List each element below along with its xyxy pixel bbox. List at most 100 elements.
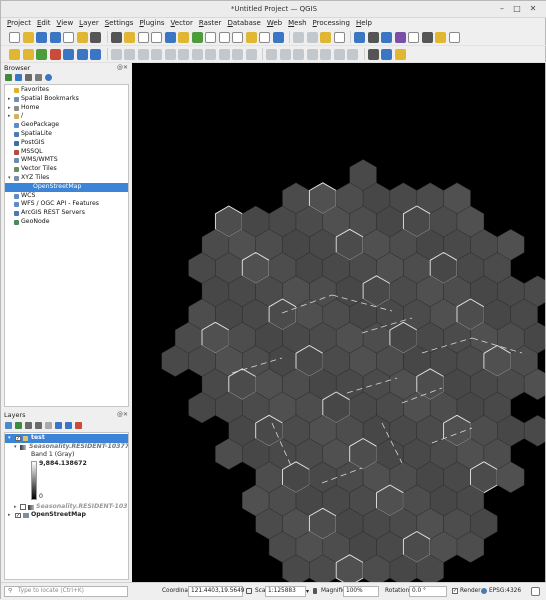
- annotation-icon[interactable]: [435, 31, 446, 43]
- toggle-editing-icon[interactable]: [124, 48, 135, 60]
- zoom-selection-icon[interactable]: [178, 31, 189, 43]
- expand-arrow-icon[interactable]: ▸: [8, 104, 11, 113]
- browser-panel-controls[interactable]: @✕: [117, 64, 128, 71]
- layer-row-3[interactable]: ▸ OpenStreetMap: [5, 511, 128, 520]
- select-icon[interactable]: [306, 31, 318, 43]
- layer-row-2[interactable]: ▸ Seasonality.RESIDENT-10373693: [5, 503, 128, 512]
- redo-icon[interactable]: [245, 48, 257, 60]
- digitize-icon[interactable]: [151, 48, 162, 60]
- crs-icon[interactable]: [481, 588, 487, 594]
- remove-layer-icon[interactable]: [75, 421, 82, 429]
- open-project-icon[interactable]: [22, 31, 34, 43]
- pan-icon[interactable]: [110, 31, 122, 43]
- browser-item-[interactable]: ▸ /: [5, 112, 128, 121]
- expand-arrow-icon[interactable]: ▸: [8, 112, 11, 121]
- browser-item-home[interactable]: ▸ Home: [5, 104, 128, 113]
- browser-item-arcgis-rest-servers[interactable]: ArcGIS REST Servers: [5, 209, 128, 218]
- deselect-icon[interactable]: [333, 31, 345, 43]
- magnifier-field[interactable]: 100%: [343, 586, 379, 597]
- layer-group-test[interactable]: ▾ test: [5, 434, 128, 443]
- measure-icon[interactable]: [421, 31, 433, 43]
- manage-map-themes-icon[interactable]: [25, 421, 32, 429]
- menu-web[interactable]: Web: [267, 18, 282, 29]
- map-canvas[interactable]: [132, 63, 545, 582]
- scale-dropdown-icon[interactable]: ▾: [306, 588, 309, 595]
- expand-arrow-icon[interactable]: ▾: [14, 443, 17, 452]
- copy-icon[interactable]: [205, 48, 216, 60]
- expand-all-icon[interactable]: [55, 421, 62, 429]
- group-visibility-checkbox[interactable]: [15, 435, 21, 441]
- statistics-icon[interactable]: [394, 31, 406, 43]
- pan-to-selection-icon[interactable]: [124, 31, 135, 43]
- crs-label[interactable]: EPSG:4326: [489, 588, 521, 594]
- browser-item-openstreetmap[interactable]: OpenStreetMap: [5, 182, 128, 192]
- add-selected-icon[interactable]: [5, 73, 12, 81]
- filter-icon[interactable]: [25, 73, 32, 81]
- scale-field[interactable]: 1:125883: [265, 586, 306, 597]
- menu-settings[interactable]: Settings: [105, 18, 134, 29]
- browser-item-geopackage[interactable]: GeoPackage: [5, 121, 128, 130]
- new-geopackage-icon[interactable]: [63, 48, 74, 60]
- identify-icon[interactable]: [293, 31, 304, 43]
- diagram-icon[interactable]: [347, 48, 358, 60]
- menu-view[interactable]: View: [57, 18, 74, 29]
- add-raster-icon[interactable]: [36, 48, 47, 60]
- browser-item-postgis[interactable]: PostGIS: [5, 139, 128, 148]
- add-group-icon[interactable]: [15, 421, 22, 429]
- filter-legend-icon[interactable]: [35, 421, 42, 429]
- map-tips-icon[interactable]: [448, 31, 460, 43]
- layers-panel-controls[interactable]: @✕: [117, 411, 128, 418]
- refresh-browser-icon[interactable]: [15, 73, 22, 81]
- browser-item-wfs-ogc-api-features[interactable]: WFS / OGC API - Features: [5, 200, 128, 209]
- label-icon[interactable]: [266, 48, 277, 60]
- browser-item-spatialite[interactable]: SpatiaLite: [5, 130, 128, 139]
- new-project-icon[interactable]: [9, 31, 20, 43]
- style-manager-icon[interactable]: [90, 31, 101, 43]
- menu-mesh[interactable]: Mesh: [288, 18, 306, 29]
- undo-icon[interactable]: [232, 48, 243, 60]
- menu-project[interactable]: Project: [7, 18, 31, 29]
- delete-selected-icon[interactable]: [178, 48, 189, 60]
- python-console-icon[interactable]: [367, 48, 379, 60]
- paste-icon[interactable]: [218, 48, 230, 60]
- layer-2-visibility-checkbox[interactable]: [20, 504, 26, 510]
- menu-layer[interactable]: Layer: [79, 18, 99, 29]
- layer-3-visibility-checkbox[interactable]: [15, 512, 21, 519]
- new-map-view-icon[interactable]: [245, 31, 257, 43]
- collapse-all-icon[interactable]: [35, 73, 42, 81]
- label-rotate-icon[interactable]: [320, 48, 331, 60]
- minimize-button[interactable]: –: [497, 4, 507, 14]
- menu-help[interactable]: Help: [356, 18, 372, 29]
- collapse-arrow-icon[interactable]: ▾: [8, 434, 11, 443]
- expand-arrow-icon[interactable]: ▸: [8, 95, 11, 104]
- menu-database[interactable]: Database: [227, 18, 260, 29]
- add-vector-icon[interactable]: [22, 48, 34, 60]
- menu-edit[interactable]: Edit: [37, 18, 51, 29]
- print-layout-icon[interactable]: [63, 31, 74, 43]
- filter-by-expression-icon[interactable]: [45, 421, 52, 429]
- browser-item-favorites[interactable]: Favorites: [5, 86, 128, 95]
- menu-plugins[interactable]: Plugins: [139, 18, 164, 29]
- expand-arrow-icon[interactable]: ▸: [14, 503, 17, 512]
- locator-input[interactable]: ⚲ Type to locate (Ctrl+K): [4, 586, 128, 597]
- python-icon[interactable]: [394, 48, 406, 60]
- save-project-icon[interactable]: [36, 31, 47, 43]
- save-edits-icon[interactable]: [137, 48, 149, 60]
- label-pin-icon[interactable]: [279, 48, 291, 60]
- layout-manager-icon[interactable]: [76, 31, 88, 43]
- browser-item-xyz-tiles[interactable]: ▾ XYZ Tiles: [5, 174, 128, 183]
- temporal-controller-icon[interactable]: [259, 31, 270, 43]
- data-source-manager-icon[interactable]: [9, 48, 20, 60]
- add-wms-icon[interactable]: [90, 48, 101, 60]
- expand-arrow-icon[interactable]: ▸: [8, 511, 11, 520]
- add-mesh-icon[interactable]: [76, 48, 88, 60]
- zoom-next-icon[interactable]: [232, 31, 243, 43]
- rotation-field[interactable]: 0.0 °: [409, 586, 447, 597]
- coordinate-field[interactable]: 121.4403,19.5649: [188, 586, 244, 597]
- close-button[interactable]: ✕: [528, 4, 538, 14]
- refresh-icon[interactable]: [272, 31, 284, 43]
- maximize-button[interactable]: □: [512, 4, 522, 14]
- identify-features-icon[interactable]: [354, 31, 365, 43]
- new-shapefile-icon[interactable]: [49, 48, 61, 60]
- save-as-icon[interactable]: [49, 31, 61, 43]
